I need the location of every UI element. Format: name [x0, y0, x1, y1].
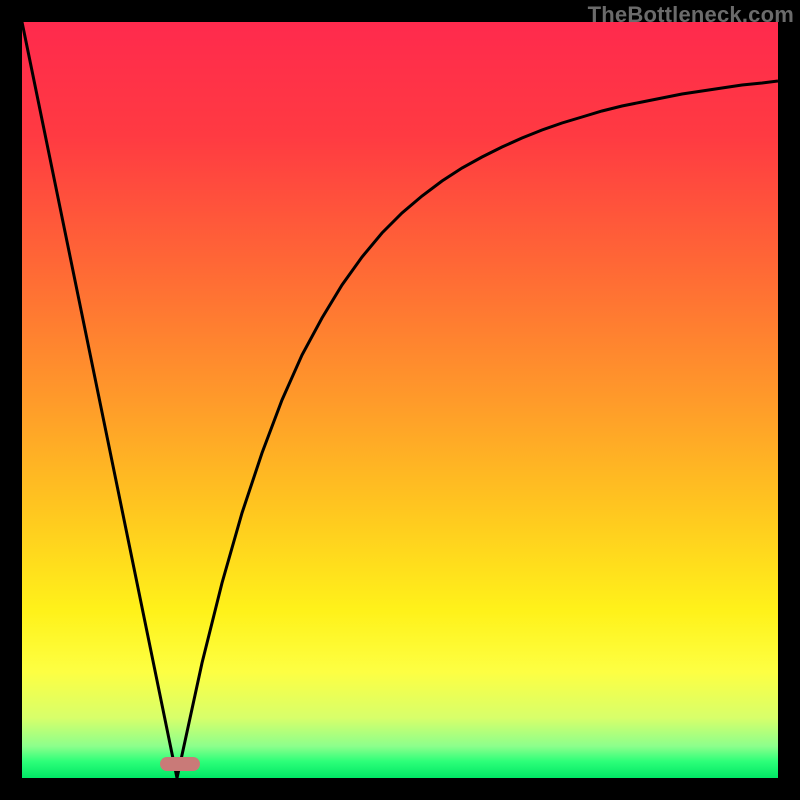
chart-frame [22, 22, 778, 778]
watermark-text: TheBottleneck.com [588, 2, 794, 28]
gradient-background [22, 22, 778, 778]
optimal-range-marker [160, 757, 200, 771]
bottleneck-curve-plot [22, 22, 778, 778]
